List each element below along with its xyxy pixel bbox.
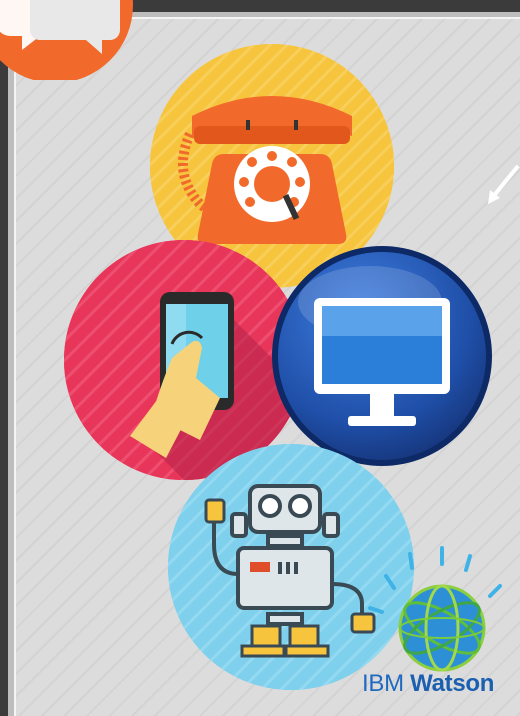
ibm-text: IBM [362,670,404,697]
ibm-watson-logo-text: IBM Watson [362,670,494,698]
monitor-circle [270,244,494,468]
speech-bubble-icon [0,0,133,80]
watson-text: Watson [410,670,495,697]
arrow-icon [488,164,520,204]
monitor-icon [272,246,492,466]
slide-stage: IBM Watson [0,0,520,716]
